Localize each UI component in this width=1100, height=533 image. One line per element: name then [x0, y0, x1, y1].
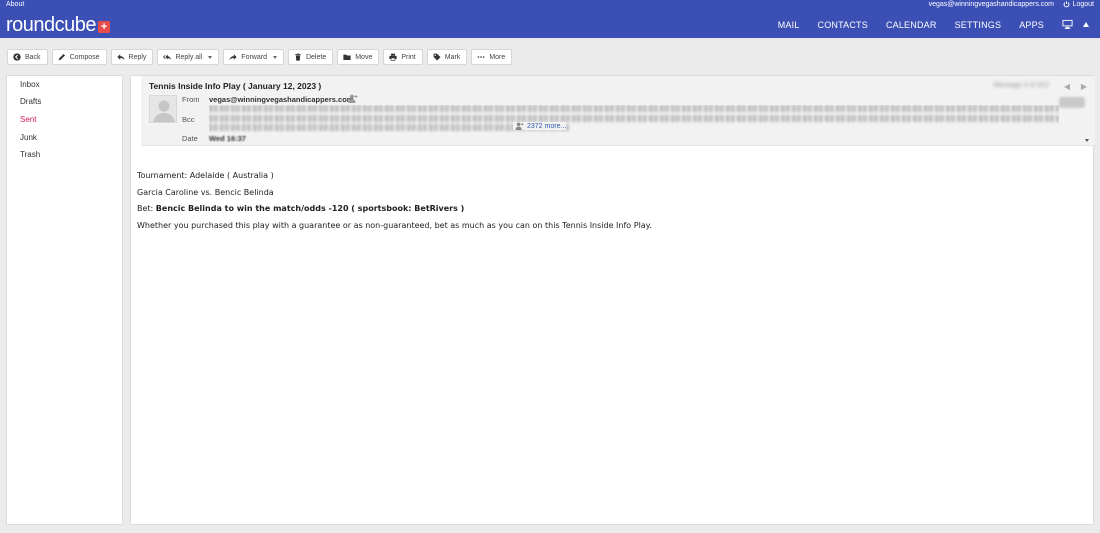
from-address[interactable]: vegas@winningvegashandicappers.com: [209, 95, 353, 104]
previous-message-icon[interactable]: ◀: [1064, 82, 1070, 91]
monitor-icon[interactable]: [1062, 19, 1073, 30]
nav-settings[interactable]: SETTINGS: [955, 20, 1002, 30]
folder-drafts[interactable]: Drafts: [20, 97, 41, 106]
folder-trash[interactable]: Trash: [20, 150, 40, 159]
compose-label: Compose: [69, 53, 100, 61]
move-label: Move: [355, 53, 373, 61]
folder-list: Inbox Drafts Sent Junk Trash: [6, 75, 123, 525]
reply-all-icon: [163, 54, 172, 60]
power-icon: [1063, 1, 1069, 8]
reply-all-dropdown-icon[interactable]: [208, 55, 213, 59]
logo-text: roundcube: [6, 14, 97, 36]
user-email: vegas@winningvegashandicappers.com: [928, 1, 1054, 8]
body-match: Garcia Caroline vs. Bencic Belinda: [137, 187, 274, 197]
printer-icon: [389, 53, 397, 61]
expand-headers-icon[interactable]: [1085, 139, 1089, 142]
compose-button[interactable]: Compose: [51, 49, 107, 65]
nav-mail[interactable]: MAIL: [778, 20, 800, 30]
more-button[interactable]: More: [471, 49, 513, 65]
date-label: Date: [182, 134, 198, 143]
reply-all-label: Reply all: [175, 53, 203, 61]
more-recipients-link[interactable]: 2372 more...: [513, 122, 567, 130]
header-options-toggle[interactable]: [1059, 97, 1085, 108]
message-view: Tennis Inside Info Play ( January 12, 20…: [130, 75, 1095, 525]
ellipsis-icon: [477, 56, 485, 58]
more-label: More: [489, 53, 506, 61]
date-value: Wed 16:37: [209, 134, 246, 143]
reply-all-button[interactable]: Reply all: [157, 49, 220, 65]
message-counter: Message 4 of 912: [993, 82, 1049, 89]
forward-label: Forward: [241, 53, 267, 61]
sender-avatar: [149, 95, 177, 123]
next-message-icon[interactable]: ▶: [1081, 82, 1087, 91]
header-bar: roundcube + MAIL CONTACTS CALENDAR SETTI…: [0, 11, 1100, 38]
body-tournament: Tournament: Adelaide ( Australia ): [137, 171, 274, 180]
forward-dropdown-icon[interactable]: [272, 55, 277, 59]
reply-icon: [116, 54, 125, 61]
back-button[interactable]: Back: [7, 49, 48, 65]
message-body: Tournament: Adelaide ( Australia ) Garci…: [137, 172, 652, 238]
delete-button[interactable]: Delete: [287, 49, 334, 65]
contacts-icon: [515, 122, 524, 130]
more-recipients-label: 2372 more...: [527, 122, 567, 130]
print-button[interactable]: Print: [383, 49, 423, 65]
forward-button[interactable]: Forward: [223, 49, 284, 65]
folder-inbox[interactable]: Inbox: [20, 80, 40, 89]
top-strip: About vegas@winningvegashandicappers.com…: [0, 0, 1100, 11]
nav-apps[interactable]: APPS: [1019, 20, 1044, 30]
move-button[interactable]: Move: [337, 49, 380, 65]
folder-sent[interactable]: Sent: [20, 115, 36, 124]
back-arrow-icon: [13, 53, 21, 61]
reply-button[interactable]: Reply: [110, 49, 154, 65]
folder-junk[interactable]: Junk: [20, 133, 37, 142]
add-contact-icon[interactable]: [348, 94, 358, 103]
back-label: Back: [25, 53, 41, 61]
message-subject: Tennis Inside Info Play ( January 12, 20…: [149, 81, 322, 91]
reply-label: Reply: [128, 53, 147, 61]
logout-label: Logout: [1072, 1, 1094, 8]
bet-label: Bet:: [137, 204, 156, 213]
print-label: Print: [401, 53, 416, 61]
forward-icon: [229, 54, 237, 61]
tag-icon: [433, 53, 441, 61]
message-toolbar: Back Compose Reply Reply all Forward Del…: [7, 49, 513, 65]
mark-label: Mark: [444, 53, 461, 61]
logout-link[interactable]: Logout: [1063, 1, 1094, 8]
folder-icon: [343, 54, 351, 61]
delete-label: Delete: [305, 53, 327, 61]
body-bet-line: Bet: Bencic Belinda to win the match/odd…: [137, 205, 652, 213]
from-label: From: [182, 95, 200, 104]
trash-icon: [295, 53, 301, 61]
logo-plus-badge: +: [98, 21, 111, 33]
nav-contacts[interactable]: CONTACTS: [818, 20, 868, 30]
pencil-icon: [58, 53, 65, 61]
bet-text: Bencic Belinda to win the match/odds -12…: [155, 204, 465, 213]
nav-calendar[interactable]: CALENDAR: [886, 20, 937, 30]
mark-button[interactable]: Mark: [426, 49, 468, 65]
bcc-label: Bcc: [182, 115, 195, 124]
roundcube-logo[interactable]: roundcube +: [6, 14, 111, 37]
bcc-recipients-redacted: [209, 105, 1059, 133]
body-note: Whether you purchased this play with a g…: [137, 220, 652, 230]
top-navigation: MAIL CONTACTS CALENDAR SETTINGS APPS: [778, 11, 1100, 38]
person-silhouette-icon: [153, 100, 175, 122]
collapse-caret-icon[interactable]: [1083, 22, 1089, 27]
message-header: Tennis Inside Info Play ( January 12, 20…: [141, 76, 1095, 146]
about-link[interactable]: About: [6, 1, 24, 8]
